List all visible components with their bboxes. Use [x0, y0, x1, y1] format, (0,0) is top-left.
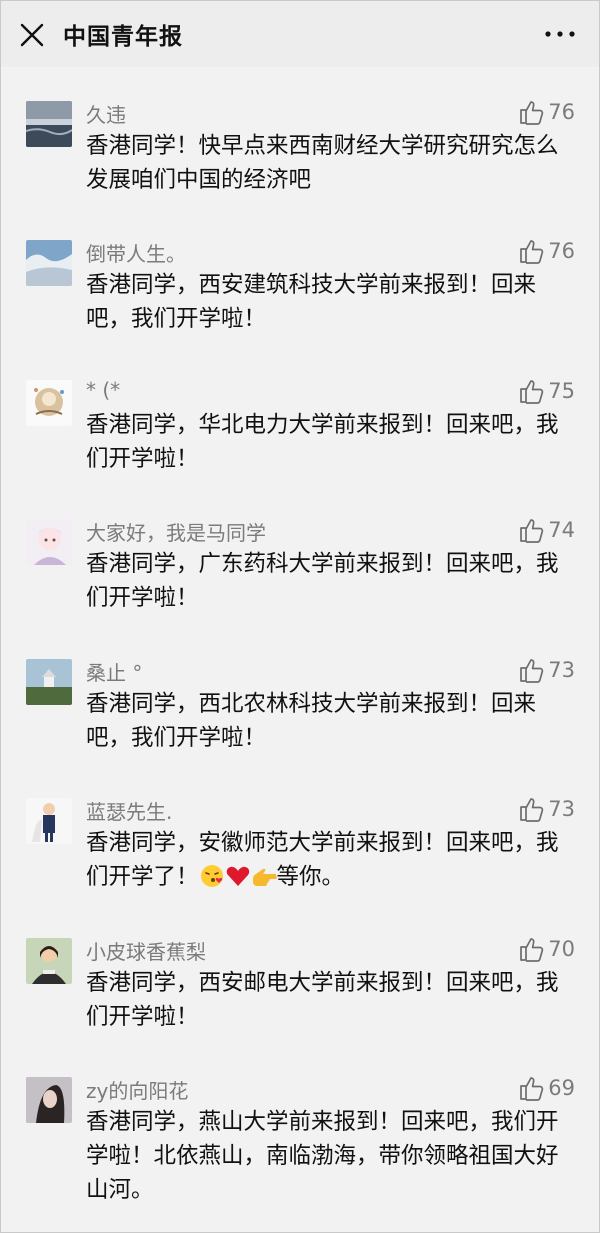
page-title: 中国青年报	[63, 24, 183, 50]
avatar[interactable]	[26, 938, 72, 984]
avatar[interactable]	[26, 798, 72, 844]
avatar[interactable]	[26, 240, 72, 286]
comment-text: 香港同学，西北农林科技大学前来报到！回来吧，我们开学啦！	[86, 691, 537, 751]
avatar[interactable]	[26, 101, 72, 147]
like-button[interactable]: 76	[518, 237, 575, 265]
comment-author[interactable]: 蓝瑟先生.	[86, 796, 172, 825]
comment-text: 香港同学，西安建筑科技大学前来报到！回来吧，我们开学啦！	[86, 272, 537, 332]
like-count: 76	[548, 100, 575, 124]
like-count: 73	[548, 797, 575, 821]
thumbs-up-icon	[520, 938, 544, 962]
thumbs-up-icon	[520, 101, 544, 125]
comment-text: 香港同学，西安邮电大学前来报到！回来吧，我们开学啦！	[86, 970, 559, 1030]
comment-text: 香港同学，安徽师范大学前来报到！回来吧，我们开学了！ 等你。	[86, 826, 564, 899]
thumbs-up-icon	[520, 659, 544, 683]
comment-author[interactable]: 久违	[86, 99, 126, 128]
thumbs-up-icon	[520, 519, 544, 543]
like-button[interactable]: 75	[518, 377, 575, 405]
like-count: 75	[548, 379, 575, 403]
kiss-emoji	[199, 863, 225, 899]
avatar[interactable]	[26, 659, 72, 705]
close-icon	[20, 23, 44, 47]
thumbs-up-icon	[520, 798, 544, 822]
like-button[interactable]: 70	[518, 935, 575, 963]
comment-author[interactable]: 小皮球香蕉梨	[86, 936, 206, 965]
comment-author[interactable]: 倒带人生。	[86, 238, 186, 267]
top-bar: 中国青年报	[1, 1, 599, 67]
like-count: 76	[548, 239, 575, 263]
like-button[interactable]: 76	[518, 98, 575, 126]
comment-author[interactable]: 桑止 °	[86, 657, 142, 686]
comment-author[interactable]: zy的向阳花	[86, 1075, 188, 1104]
like-button[interactable]: 74	[518, 516, 575, 544]
avatar[interactable]	[26, 380, 72, 426]
avatar[interactable]	[26, 1077, 72, 1123]
comment-author[interactable]: 大家好，我是马同学	[86, 517, 266, 546]
like-count: 70	[548, 937, 575, 961]
comment-text-after: 等你。	[276, 864, 345, 890]
more-button[interactable]	[543, 23, 577, 45]
like-count: 73	[548, 658, 575, 682]
heart-emoji	[225, 863, 251, 899]
pointing-hand-emoji	[251, 863, 277, 899]
like-count: 74	[548, 518, 575, 542]
thumbs-up-icon	[520, 1077, 544, 1101]
like-button[interactable]: 69	[518, 1074, 575, 1102]
like-button[interactable]: 73	[518, 795, 575, 823]
more-icon	[545, 31, 575, 37]
comment-text: 香港同学，华北电力大学前来报到！回来吧，我们开学啦！	[86, 412, 559, 472]
comment-text: 香港同学，燕山大学前来报到！回来吧，我们开学啦！北依燕山，南临渤海，带你领略祖国…	[86, 1109, 559, 1203]
comment-author[interactable]: * (*	[86, 378, 120, 402]
avatar[interactable]	[26, 519, 72, 565]
thumbs-up-icon	[520, 380, 544, 404]
close-button[interactable]	[17, 20, 47, 50]
comment-text: 香港同学！快早点来西南财经大学研究研究怎么发展咱们中国的经济吧	[86, 133, 559, 193]
comment-text: 香港同学，广东药科大学前来报到！回来吧，我们开学啦！	[86, 551, 559, 611]
like-count: 69	[548, 1076, 575, 1100]
like-button[interactable]: 73	[518, 656, 575, 684]
thumbs-up-icon	[520, 240, 544, 264]
